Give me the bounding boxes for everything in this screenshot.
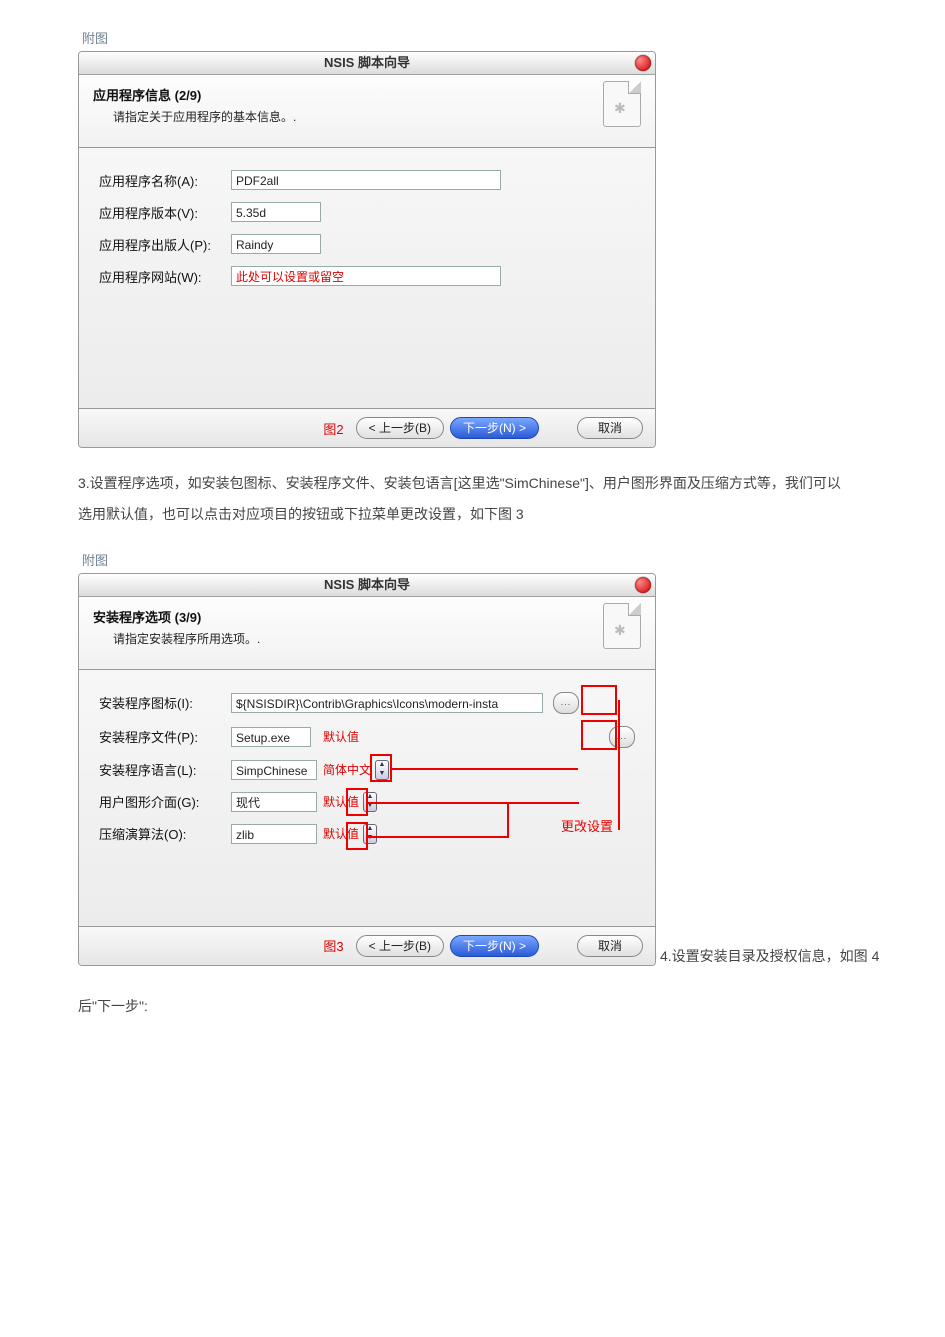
browse-file-button[interactable]: ... — [609, 726, 635, 748]
page-icon: ✱ — [603, 603, 641, 649]
label-app-name: 应用程序名称(A): — [99, 171, 231, 190]
dialog2-title: NSIS 脚本向导 — [324, 577, 410, 592]
dialog2-heading: 安装程序选项 (3/9) — [93, 607, 641, 626]
annot-lang-zh: 简体中文 — [323, 761, 371, 778]
paragraph-step3: 3.设置程序选项，如安装包图标、安装程序文件、安装包语言[这里选"SimChin… — [78, 468, 848, 530]
input-app-publisher[interactable]: Raindy — [231, 234, 321, 254]
select-install-gui[interactable]: 现代 — [231, 792, 317, 812]
annot-default-1: 默认值 — [323, 728, 359, 745]
dialog1-header: 应用程序信息 (2/9) 请指定关于应用程序的基本信息。. ✱ — [79, 75, 655, 148]
next-button[interactable]: 下一步(N) > — [450, 935, 539, 957]
cancel-button[interactable]: 取消 — [577, 417, 643, 439]
select-install-lang[interactable]: SimpChinese — [231, 760, 317, 780]
paragraph-step4: 4.设置安装目录及授权信息，如图 4 — [660, 946, 879, 966]
back-button[interactable]: < 上一步(B) — [356, 417, 444, 439]
dialog2-header: 安装程序选项 (3/9) 请指定安装程序所用选项。. ✱ — [79, 597, 655, 670]
browse-icon-button[interactable]: ... — [553, 692, 579, 714]
input-app-website[interactable]: 此处可以设置或留空 — [231, 266, 501, 286]
dialog2-titlebar: NSIS 脚本向导 — [79, 574, 655, 597]
label-app-version: 应用程序版本(V): — [99, 203, 231, 222]
back-button[interactable]: < 上一步(B) — [356, 935, 444, 957]
dialog1-subheading: 请指定关于应用程序的基本信息。. — [113, 108, 641, 125]
stepper-lang[interactable]: ▲▼ — [375, 760, 389, 780]
input-app-version[interactable]: 5.35d — [231, 202, 321, 222]
dialog1-form: 应用程序名称(A): PDF2all 应用程序版本(V): 5.35d 应用程序… — [79, 148, 655, 408]
select-install-comp[interactable]: zlib — [231, 824, 317, 844]
close-icon[interactable] — [635, 55, 651, 71]
fig3-label: 图3 — [323, 936, 343, 955]
dialog-app-info: NSIS 脚本向导 应用程序信息 (2/9) 请指定关于应用程序的基本信息。. … — [78, 51, 656, 448]
fig2-label: 图2 — [323, 419, 343, 438]
input-install-icon[interactable]: ${NSISDIR}\Contrib\Graphics\Icons\modern… — [231, 693, 543, 713]
dialog1-buttons: 图2 < 上一步(B) 下一步(N) > 取消 — [79, 408, 655, 447]
caption-fig-2: 附图 — [82, 550, 945, 569]
label-install-icon: 安装程序图标(I): — [99, 693, 231, 712]
input-app-name[interactable]: PDF2all — [231, 170, 501, 190]
input-install-file[interactable]: Setup.exe — [231, 727, 311, 747]
label-install-lang: 安装程序语言(L): — [99, 760, 231, 779]
label-app-publisher: 应用程序出版人(P): — [99, 235, 231, 254]
dialog1-title: NSIS 脚本向导 — [324, 55, 410, 70]
dialog1-titlebar: NSIS 脚本向导 — [79, 52, 655, 75]
label-install-file: 安装程序文件(P): — [99, 727, 231, 746]
next-button[interactable]: 下一步(N) > — [450, 417, 539, 439]
stepper-gui[interactable]: ▲▼ — [363, 792, 377, 812]
paragraph-next: 后"下一步": — [78, 996, 945, 1016]
dialog-install-options: NSIS 脚本向导 安装程序选项 (3/9) 请指定安装程序所用选项。. ✱ 安… — [78, 573, 656, 966]
page-icon: ✱ — [603, 81, 641, 127]
close-icon[interactable] — [635, 577, 651, 593]
dialog1-heading: 应用程序信息 (2/9) — [93, 85, 641, 104]
annot-default-2: 默认值 — [323, 793, 359, 810]
dialog2-buttons: 图3 < 上一步(B) 下一步(N) > 取消 — [79, 926, 655, 965]
label-install-gui: 用户图形介面(G): — [99, 792, 231, 811]
annot-default-3: 默认值 — [323, 825, 359, 842]
dialog2-subheading: 请指定安装程序所用选项。. — [113, 630, 641, 647]
label-app-website: 应用程序网站(W): — [99, 267, 231, 286]
label-install-comp: 压缩演算法(O): — [99, 824, 231, 843]
cancel-button[interactable]: 取消 — [577, 935, 643, 957]
caption-fig-1: 附图 — [82, 28, 945, 47]
dialog2-form: 安装程序图标(I): ${NSISDIR}\Contrib\Graphics\I… — [79, 670, 655, 926]
stepper-comp[interactable]: ▲▼ — [363, 824, 377, 844]
